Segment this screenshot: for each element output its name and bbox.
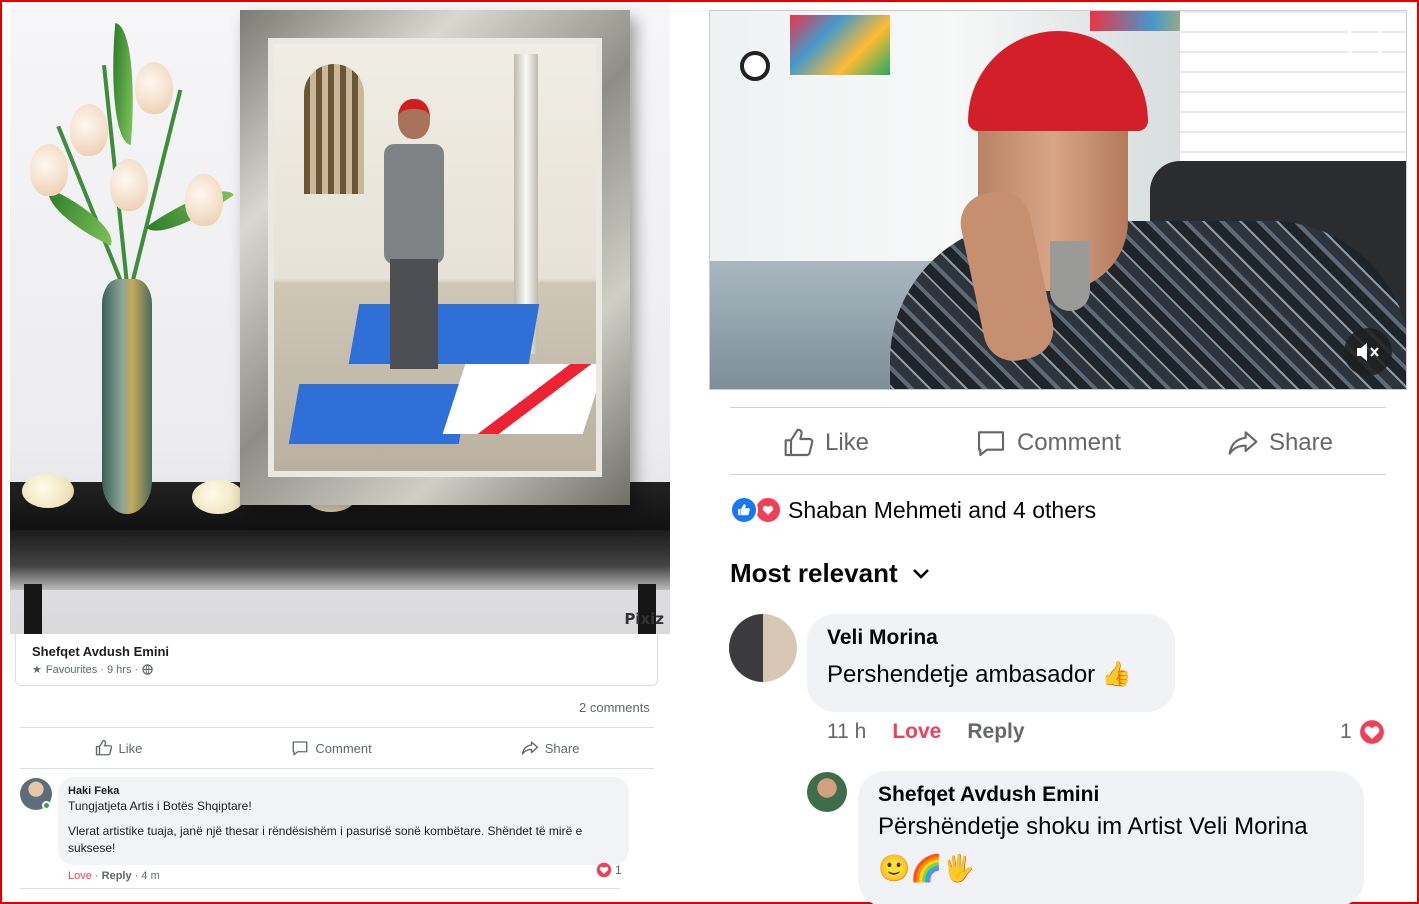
thumbs-up-icon [95,739,112,756]
comment-links: 11 h Love Reply [827,720,1025,744]
online-indicator [42,801,51,810]
reply-link[interactable]: Reply [102,870,132,882]
reaction-count-text: 1 [615,863,622,877]
vase [102,279,152,514]
star-icon: ★ [32,664,42,676]
tulip-flower [185,174,223,226]
action-bar-left: Like Comment Share [20,733,654,763]
picture-frame [240,10,630,505]
man-bandana [968,31,1148,131]
post-card-left: Shefqet Avdush Emini ★ Favourites · 9 hr… [15,634,658,686]
comment-button[interactable]: Comment [291,739,372,757]
framed-photo [268,38,602,477]
share-label: Share [1268,429,1333,456]
heart-icon [1358,718,1385,746]
love-link[interactable]: Love [892,720,941,744]
painter-head [398,99,430,139]
share-icon [1228,431,1258,455]
comment-text-line2: Vlerat artistike tuaja, janë një thesar … [68,824,583,855]
reaction-count[interactable]: 1 [1340,718,1386,746]
like-button[interactable]: Like [95,739,143,757]
comment-time: 4 m [141,870,160,882]
table-leg [24,584,42,634]
chevron-down-icon [912,568,929,579]
sort-dropdown[interactable]: Most relevant [730,558,930,589]
like-label: Like [118,740,143,756]
blue-canvas [348,304,540,364]
like-reaction-icon [730,496,758,524]
painter-body [384,144,444,264]
lying-tulip [192,480,244,514]
heart-icon [596,862,612,878]
pixiz-watermark: Pixiz [624,610,664,628]
picture-in-picture-icon[interactable] [1348,26,1382,56]
love-reaction-icon [754,496,782,524]
tulip-flower [70,104,108,156]
comment-icon [292,741,308,756]
comment-links-left: Love · Reply · 4 m [68,870,160,882]
avatar[interactable] [729,614,797,682]
tulip-flower [135,62,173,114]
divider [20,768,654,769]
comment-text: Përshëndetje shoku im Artist Veli Morina [878,813,1308,840]
comment-time: 11 h [827,720,867,743]
video-player[interactable] [709,10,1407,390]
share-button[interactable]: Share [1227,427,1333,459]
comment-icon [977,431,1005,457]
speaker-muted-icon [1357,343,1379,361]
post-meta: ★ Favourites · 9 hrs · [32,663,641,676]
comment-bubble-left: Haki Feka Tungjatjeta Artis i Botës Shqi… [58,777,629,865]
share-button[interactable]: Share [521,739,580,757]
reaction-count-left[interactable]: 1 [596,862,622,878]
reply-bubble: Shefqet Avdush Emini Përshëndetje shoku … [858,771,1364,904]
reactions-text: Shaban Mehmeti and 4 others [788,496,1097,523]
tulip-flower [30,144,68,196]
mute-button[interactable] [1344,328,1392,376]
emoji-line: 🙂🌈🖐 [878,853,976,883]
avatar[interactable] [807,772,847,812]
separator-dot: · [94,870,102,882]
post-photo-left[interactable]: Pixiz [10,4,670,634]
tulip-flower [110,159,148,211]
comment-label: Comment [315,740,372,756]
tulip-leaf [38,188,122,246]
painter-legs [390,259,438,369]
comment-button[interactable]: Comment [975,427,1121,459]
comment-label: Comment [1016,429,1121,456]
sort-label: Most relevant [730,558,898,588]
lying-tulip [22,474,74,508]
action-bar-right: Like Comment Share [730,418,1386,468]
comments-count[interactable]: 2 comments [579,700,650,715]
painted-canvas [442,364,596,434]
wall-clock [740,51,770,81]
commenter-name[interactable]: Shefqet Avdush Emini [878,783,1344,807]
divider [730,407,1386,408]
divider [20,888,620,889]
share-label: Share [544,740,580,756]
window-arch [304,64,364,194]
divider [20,727,654,728]
reply-link[interactable]: Reply [967,720,1024,744]
comment-text: Pershendetje ambasador 👍 [827,661,1132,688]
divider [730,474,1386,475]
comment-text-line1: Tungjatjeta Artis i Botës Shqiptare! [68,799,252,813]
reaction-count-text: 1 [1340,720,1352,743]
post-meta-text: Favourites · 9 hrs · [45,663,139,676]
commenter-name[interactable]: Haki Feka [68,785,619,797]
wall-painting [790,15,890,75]
like-button[interactable]: Like [783,427,869,459]
reactions-summary[interactable]: Shaban Mehmeti and 4 others [730,494,1096,526]
man-beard [1050,241,1090,311]
love-link[interactable]: Love [68,870,92,882]
thumbs-up-icon [784,428,814,457]
comment-bubble: Veli Morina Pershendetje ambasador 👍 [807,614,1175,712]
table-apron [10,530,670,590]
commenter-name[interactable]: Veli Morina [827,626,1155,650]
blue-canvas [288,384,470,444]
post-author[interactable]: Shefqet Avdush Emini [32,644,641,659]
like-label: Like [824,429,869,456]
share-icon [521,741,538,755]
globe-icon [142,664,153,675]
